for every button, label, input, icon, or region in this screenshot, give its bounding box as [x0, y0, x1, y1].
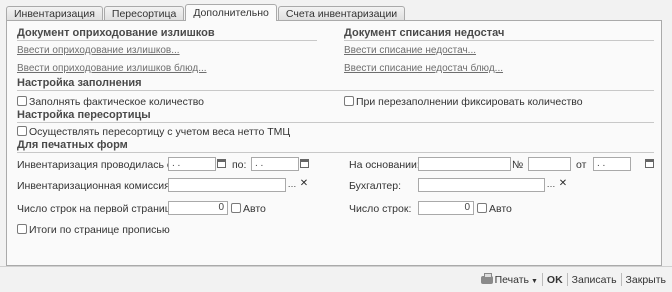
accountant-label: Бухгалтер: [349, 180, 402, 192]
clear-icon[interactable]: ✕ [557, 178, 569, 192]
commission-input[interactable] [168, 178, 286, 192]
command-bar: Печать ▼ OK Записать Закрыть [0, 266, 672, 292]
select-ellipsis-icon[interactable]: … [286, 178, 298, 192]
from-date-label: от [576, 159, 587, 171]
enter-shortage-dishes-link[interactable]: Ввести списание недостач блюд... [344, 63, 503, 74]
shortage-doc-header: Документ списания недостач [344, 26, 654, 41]
checkbox-box[interactable] [344, 96, 354, 106]
fill-settings-header: Настройка заполнения [17, 76, 654, 91]
auto2-checkbox[interactable]: Авто [477, 202, 512, 216]
close-button[interactable]: Закрыть [626, 274, 666, 286]
tab-regrade[interactable]: Пересортица [103, 6, 185, 21]
to-label: по: [232, 159, 247, 171]
checkbox-box[interactable] [231, 203, 241, 213]
tab-additional[interactable]: Дополнительно [185, 4, 277, 21]
tab-content-panel: Документ оприходование излишков Ввести о… [6, 20, 662, 266]
calendar-icon[interactable] [216, 157, 228, 171]
basis-input[interactable] [418, 157, 511, 171]
auto-label: Авто [243, 203, 266, 215]
auto-checkbox[interactable]: Авто [231, 202, 266, 216]
totals-in-words-checkbox[interactable]: Итоги по странице прописью [17, 223, 170, 237]
rows-label: Число строк: [349, 203, 412, 215]
fill-actual-label: Заполнять фактическое количество [29, 96, 204, 108]
basis-label: На основании: [349, 159, 420, 171]
save-button[interactable]: Записать [572, 274, 617, 286]
net-weight-label: Осуществлять пересортицу с учетом веса н… [29, 126, 291, 138]
checkbox-box[interactable] [17, 224, 27, 234]
tab-inventory[interactable]: Инвентаризация [6, 6, 103, 21]
ok-button[interactable]: OK [547, 274, 563, 286]
regrade-settings-header: Настройка пересортицы [17, 108, 654, 123]
clear-icon[interactable]: ✕ [298, 178, 310, 192]
from-date-input[interactable]: . . [593, 157, 631, 171]
checkbox-box[interactable] [17, 96, 27, 106]
divider [566, 273, 568, 286]
enter-shortage-link[interactable]: Ввести списание недостач... [344, 45, 476, 56]
date-from-input[interactable]: . . [168, 157, 216, 171]
tab-bar: Инвентаризация Пересортица Дополнительно… [6, 4, 406, 21]
caret-down-icon: ▼ [530, 277, 538, 285]
enter-surplus-link[interactable]: Ввести оприходование излишков... [17, 45, 180, 56]
checkbox-box[interactable] [17, 126, 27, 136]
date-range-label: Инвентаризация проводилась с: [17, 159, 176, 171]
number-label: № [512, 159, 524, 171]
print-label: Печать [494, 273, 529, 286]
divider [620, 273, 622, 286]
tab-inventory-accounts[interactable]: Счета инвентаризации [277, 6, 406, 21]
commission-label: Инвентаризационная комиссия: [17, 180, 173, 192]
fix-qty-checkbox[interactable]: При перезаполнении фиксировать количеств… [344, 95, 583, 109]
divider [541, 273, 543, 286]
date-to-input[interactable]: . . [251, 157, 299, 171]
rows-input[interactable]: 0 [418, 201, 474, 215]
calendar-icon[interactable] [644, 157, 656, 171]
fix-qty-label: При перезаполнении фиксировать количеств… [356, 96, 583, 108]
enter-surplus-dishes-link[interactable]: Ввести оприходование излишков блюд... [17, 63, 207, 74]
rows-first-page-input[interactable]: 0 [168, 201, 228, 215]
print-button[interactable]: Печать ▼ [480, 272, 538, 286]
select-ellipsis-icon[interactable]: … [545, 178, 557, 192]
totals-in-words-label: Итоги по странице прописью [29, 224, 170, 236]
checkbox-box[interactable] [477, 203, 487, 213]
auto2-label: Авто [489, 203, 512, 215]
net-weight-checkbox[interactable]: Осуществлять пересортицу с учетом веса н… [17, 125, 290, 139]
number-input[interactable] [528, 157, 571, 171]
fill-actual-checkbox[interactable]: Заполнять фактическое количество [17, 95, 204, 109]
accountant-input[interactable] [418, 178, 545, 192]
printer-icon [480, 272, 493, 284]
surplus-doc-header: Документ оприходование излишков [17, 26, 317, 41]
rows-first-page-label: Число строк на первой странице: [17, 203, 180, 215]
print-forms-header: Для печатных форм [17, 138, 654, 153]
calendar-icon[interactable] [299, 157, 311, 171]
